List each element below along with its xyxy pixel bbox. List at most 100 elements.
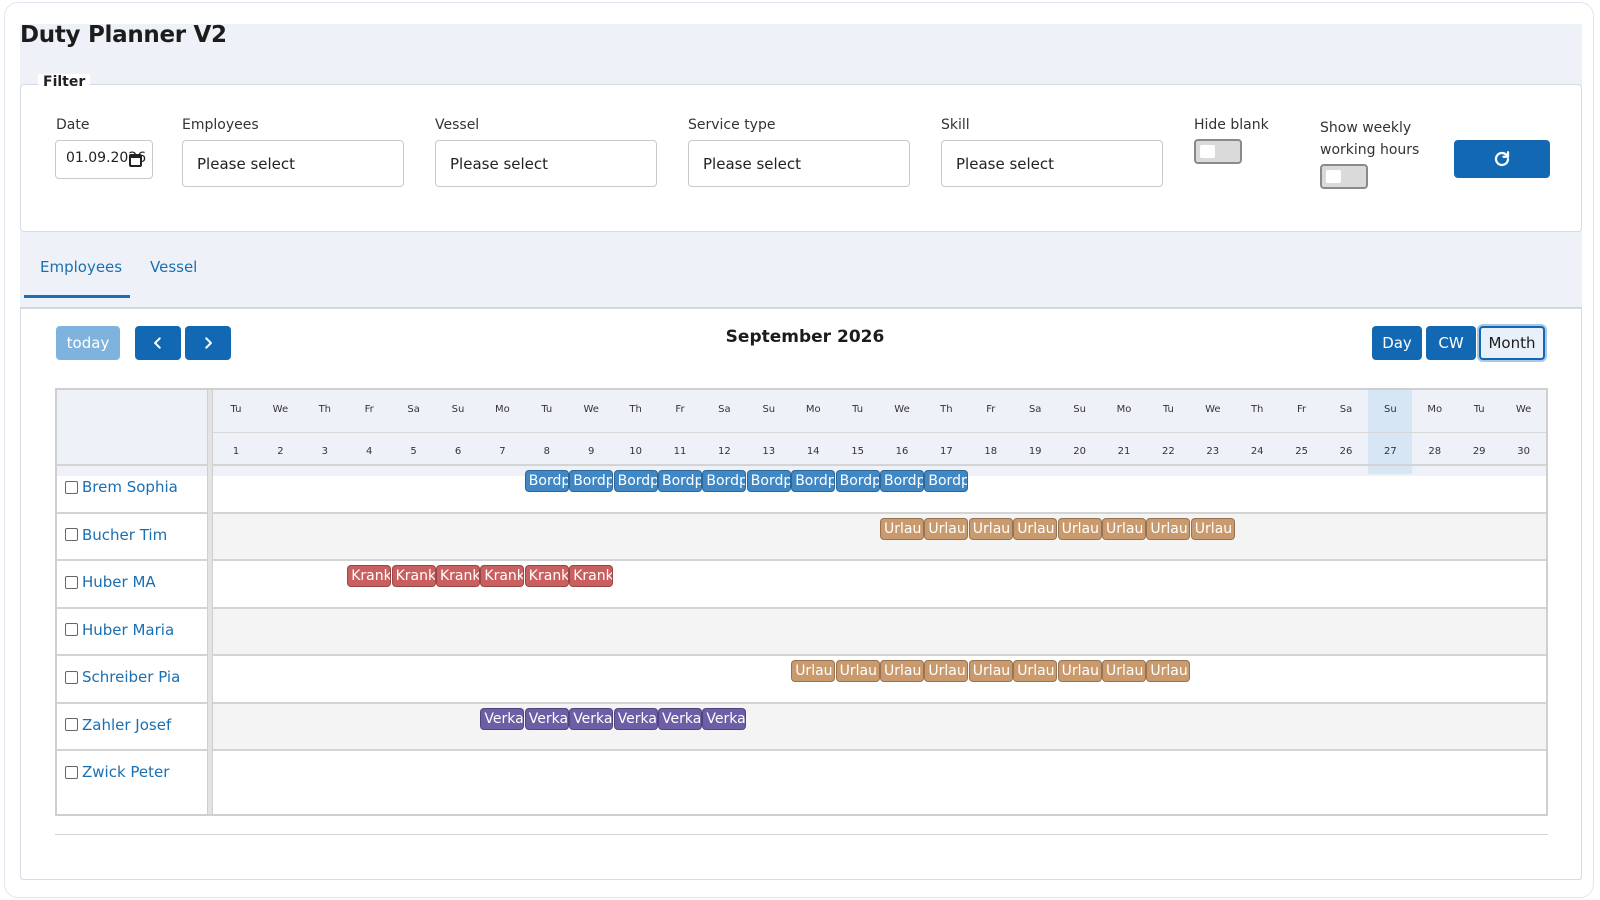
- duty-event[interactable]: Urlau: [1146, 660, 1191, 682]
- employees-select[interactable]: Please select: [182, 140, 404, 187]
- row-checkbox[interactable]: [65, 718, 78, 731]
- employee-name[interactable]: Bucher Tim: [65, 526, 167, 544]
- duty-event[interactable]: Bordp: [746, 470, 791, 492]
- duty-event[interactable]: Urlau: [1102, 517, 1146, 540]
- day-number[interactable]: 16: [880, 446, 924, 457]
- day-number[interactable]: 18: [969, 446, 1013, 457]
- tab-vessel[interactable]: Vessel: [150, 258, 197, 298]
- view-month-button[interactable]: Month: [1479, 326, 1545, 360]
- duty-event[interactable]: Urlau: [1057, 660, 1102, 682]
- day-number[interactable]: 30: [1502, 446, 1546, 457]
- hide-blank-toggle[interactable]: [1194, 139, 1242, 164]
- day-number[interactable]: 20: [1058, 446, 1102, 457]
- vessel-select[interactable]: Please select: [435, 140, 657, 187]
- employee-name[interactable]: Schreiber Pia: [65, 668, 180, 686]
- duty-event[interactable]: Urlau: [835, 660, 880, 682]
- day-number[interactable]: 9: [569, 446, 613, 457]
- employee-name-label[interactable]: Schreiber Pia: [82, 668, 180, 686]
- employee-name[interactable]: Huber MA: [65, 573, 156, 591]
- duty-event[interactable]: Krank: [524, 565, 569, 587]
- day-number[interactable]: 19: [1013, 446, 1057, 457]
- tab-employees[interactable]: Employees: [24, 258, 130, 298]
- duty-event[interactable]: Krank: [391, 565, 436, 587]
- day-number[interactable]: 27: [1368, 446, 1412, 457]
- row-checkbox[interactable]: [65, 480, 78, 494]
- day-number[interactable]: 10: [614, 446, 658, 457]
- duty-event[interactable]: Bordp: [880, 470, 924, 492]
- row-checkbox[interactable]: [65, 575, 78, 589]
- day-number[interactable]: 6: [436, 446, 480, 457]
- duty-event[interactable]: Krank: [480, 565, 525, 587]
- day-number[interactable]: 7: [480, 446, 524, 457]
- day-number[interactable]: 21: [1102, 446, 1146, 457]
- skill-select[interactable]: Please select: [941, 140, 1163, 187]
- day-number[interactable]: 3: [303, 446, 347, 457]
- duty-event[interactable]: Urlau: [1102, 660, 1146, 682]
- employee-name-label[interactable]: Bucher Tim: [82, 526, 167, 544]
- employee-name-label[interactable]: Huber Maria: [82, 621, 174, 639]
- duty-event[interactable]: Urlau: [1013, 660, 1058, 682]
- row-checkbox[interactable]: [65, 623, 78, 636]
- day-number[interactable]: 25: [1280, 446, 1324, 457]
- duty-event[interactable]: Urlau: [1146, 517, 1191, 540]
- day-number[interactable]: 11: [658, 446, 702, 457]
- row-timeline[interactable]: [213, 608, 1546, 655]
- employee-name[interactable]: Zwick Peter: [65, 763, 169, 781]
- view-day-button[interactable]: Day: [1372, 326, 1422, 360]
- duty-event[interactable]: Urlau: [1013, 517, 1058, 540]
- duty-event[interactable]: Urlau: [968, 517, 1013, 540]
- duty-event[interactable]: Urlau: [880, 517, 924, 540]
- day-number[interactable]: 23: [1191, 446, 1235, 457]
- duty-event[interactable]: Urlau: [924, 517, 969, 540]
- employee-name-label[interactable]: Zwick Peter: [82, 763, 169, 781]
- row-timeline[interactable]: Urlau Urlau Urlau Urlau Urlau Urlau Urlau Urlau: [213, 513, 1546, 560]
- duty-event[interactable]: Verka: [702, 707, 747, 730]
- day-number[interactable]: 26: [1324, 446, 1368, 457]
- row-checkbox[interactable]: [65, 765, 78, 779]
- duty-event[interactable]: Krank: [436, 565, 480, 587]
- day-number[interactable]: 1: [214, 446, 258, 457]
- duty-event[interactable]: Urlau: [968, 660, 1013, 682]
- day-number[interactable]: 2: [258, 446, 302, 457]
- duty-event[interactable]: Bordp: [524, 470, 569, 492]
- day-number[interactable]: 15: [836, 446, 880, 457]
- duty-event[interactable]: Bordp: [924, 470, 969, 492]
- duty-event[interactable]: Bordp: [835, 470, 880, 492]
- day-number[interactable]: 22: [1146, 446, 1190, 457]
- duty-event[interactable]: Urlau: [880, 660, 924, 682]
- row-timeline[interactable]: [213, 751, 1546, 797]
- duty-event[interactable]: Urlau: [791, 660, 836, 682]
- show-weekly-toggle[interactable]: [1320, 164, 1368, 189]
- row-timeline[interactable]: Verka Verka Verka Verka Verka Verka: [213, 703, 1546, 750]
- day-number[interactable]: 28: [1413, 446, 1457, 457]
- next-button[interactable]: [185, 326, 231, 360]
- day-number[interactable]: 12: [702, 446, 746, 457]
- day-number[interactable]: 5: [392, 446, 436, 457]
- duty-event[interactable]: Urlau: [1190, 517, 1235, 540]
- duty-event[interactable]: Verka: [480, 707, 525, 730]
- employee-name[interactable]: Brem Sophia: [65, 478, 178, 496]
- duty-event[interactable]: Krank: [347, 565, 392, 587]
- duty-event[interactable]: Bordp: [569, 470, 614, 492]
- employee-name-label[interactable]: Zahler Josef: [82, 716, 171, 734]
- row-checkbox[interactable]: [65, 528, 78, 541]
- employee-name[interactable]: Zahler Josef: [65, 716, 171, 734]
- prev-button[interactable]: [135, 326, 181, 360]
- row-timeline[interactable]: Urlau Urlau Urlau Urlau Urlau Urlau Urlau Urlau…: [213, 656, 1546, 702]
- day-number[interactable]: 4: [347, 446, 391, 457]
- duty-event[interactable]: Verka: [569, 707, 614, 730]
- row-checkbox[interactable]: [65, 670, 78, 684]
- row-timeline[interactable]: Krank Krank Krank Krank Krank Krank: [213, 561, 1546, 607]
- day-number[interactable]: 8: [525, 446, 569, 457]
- employee-name-label[interactable]: Brem Sophia: [82, 478, 178, 496]
- calendar-icon[interactable]: [129, 154, 142, 167]
- duty-event[interactable]: Bordp: [791, 470, 836, 492]
- service-type-select[interactable]: Please select: [688, 140, 910, 187]
- view-cw-button[interactable]: CW: [1426, 326, 1476, 360]
- employee-name-label[interactable]: Huber MA: [82, 573, 156, 591]
- refresh-button[interactable]: [1454, 140, 1550, 178]
- employee-name[interactable]: Huber Maria: [65, 621, 174, 639]
- duty-event[interactable]: Verka: [613, 707, 658, 730]
- duty-event[interactable]: Bordp: [658, 470, 702, 492]
- duty-event[interactable]: Verka: [524, 707, 569, 730]
